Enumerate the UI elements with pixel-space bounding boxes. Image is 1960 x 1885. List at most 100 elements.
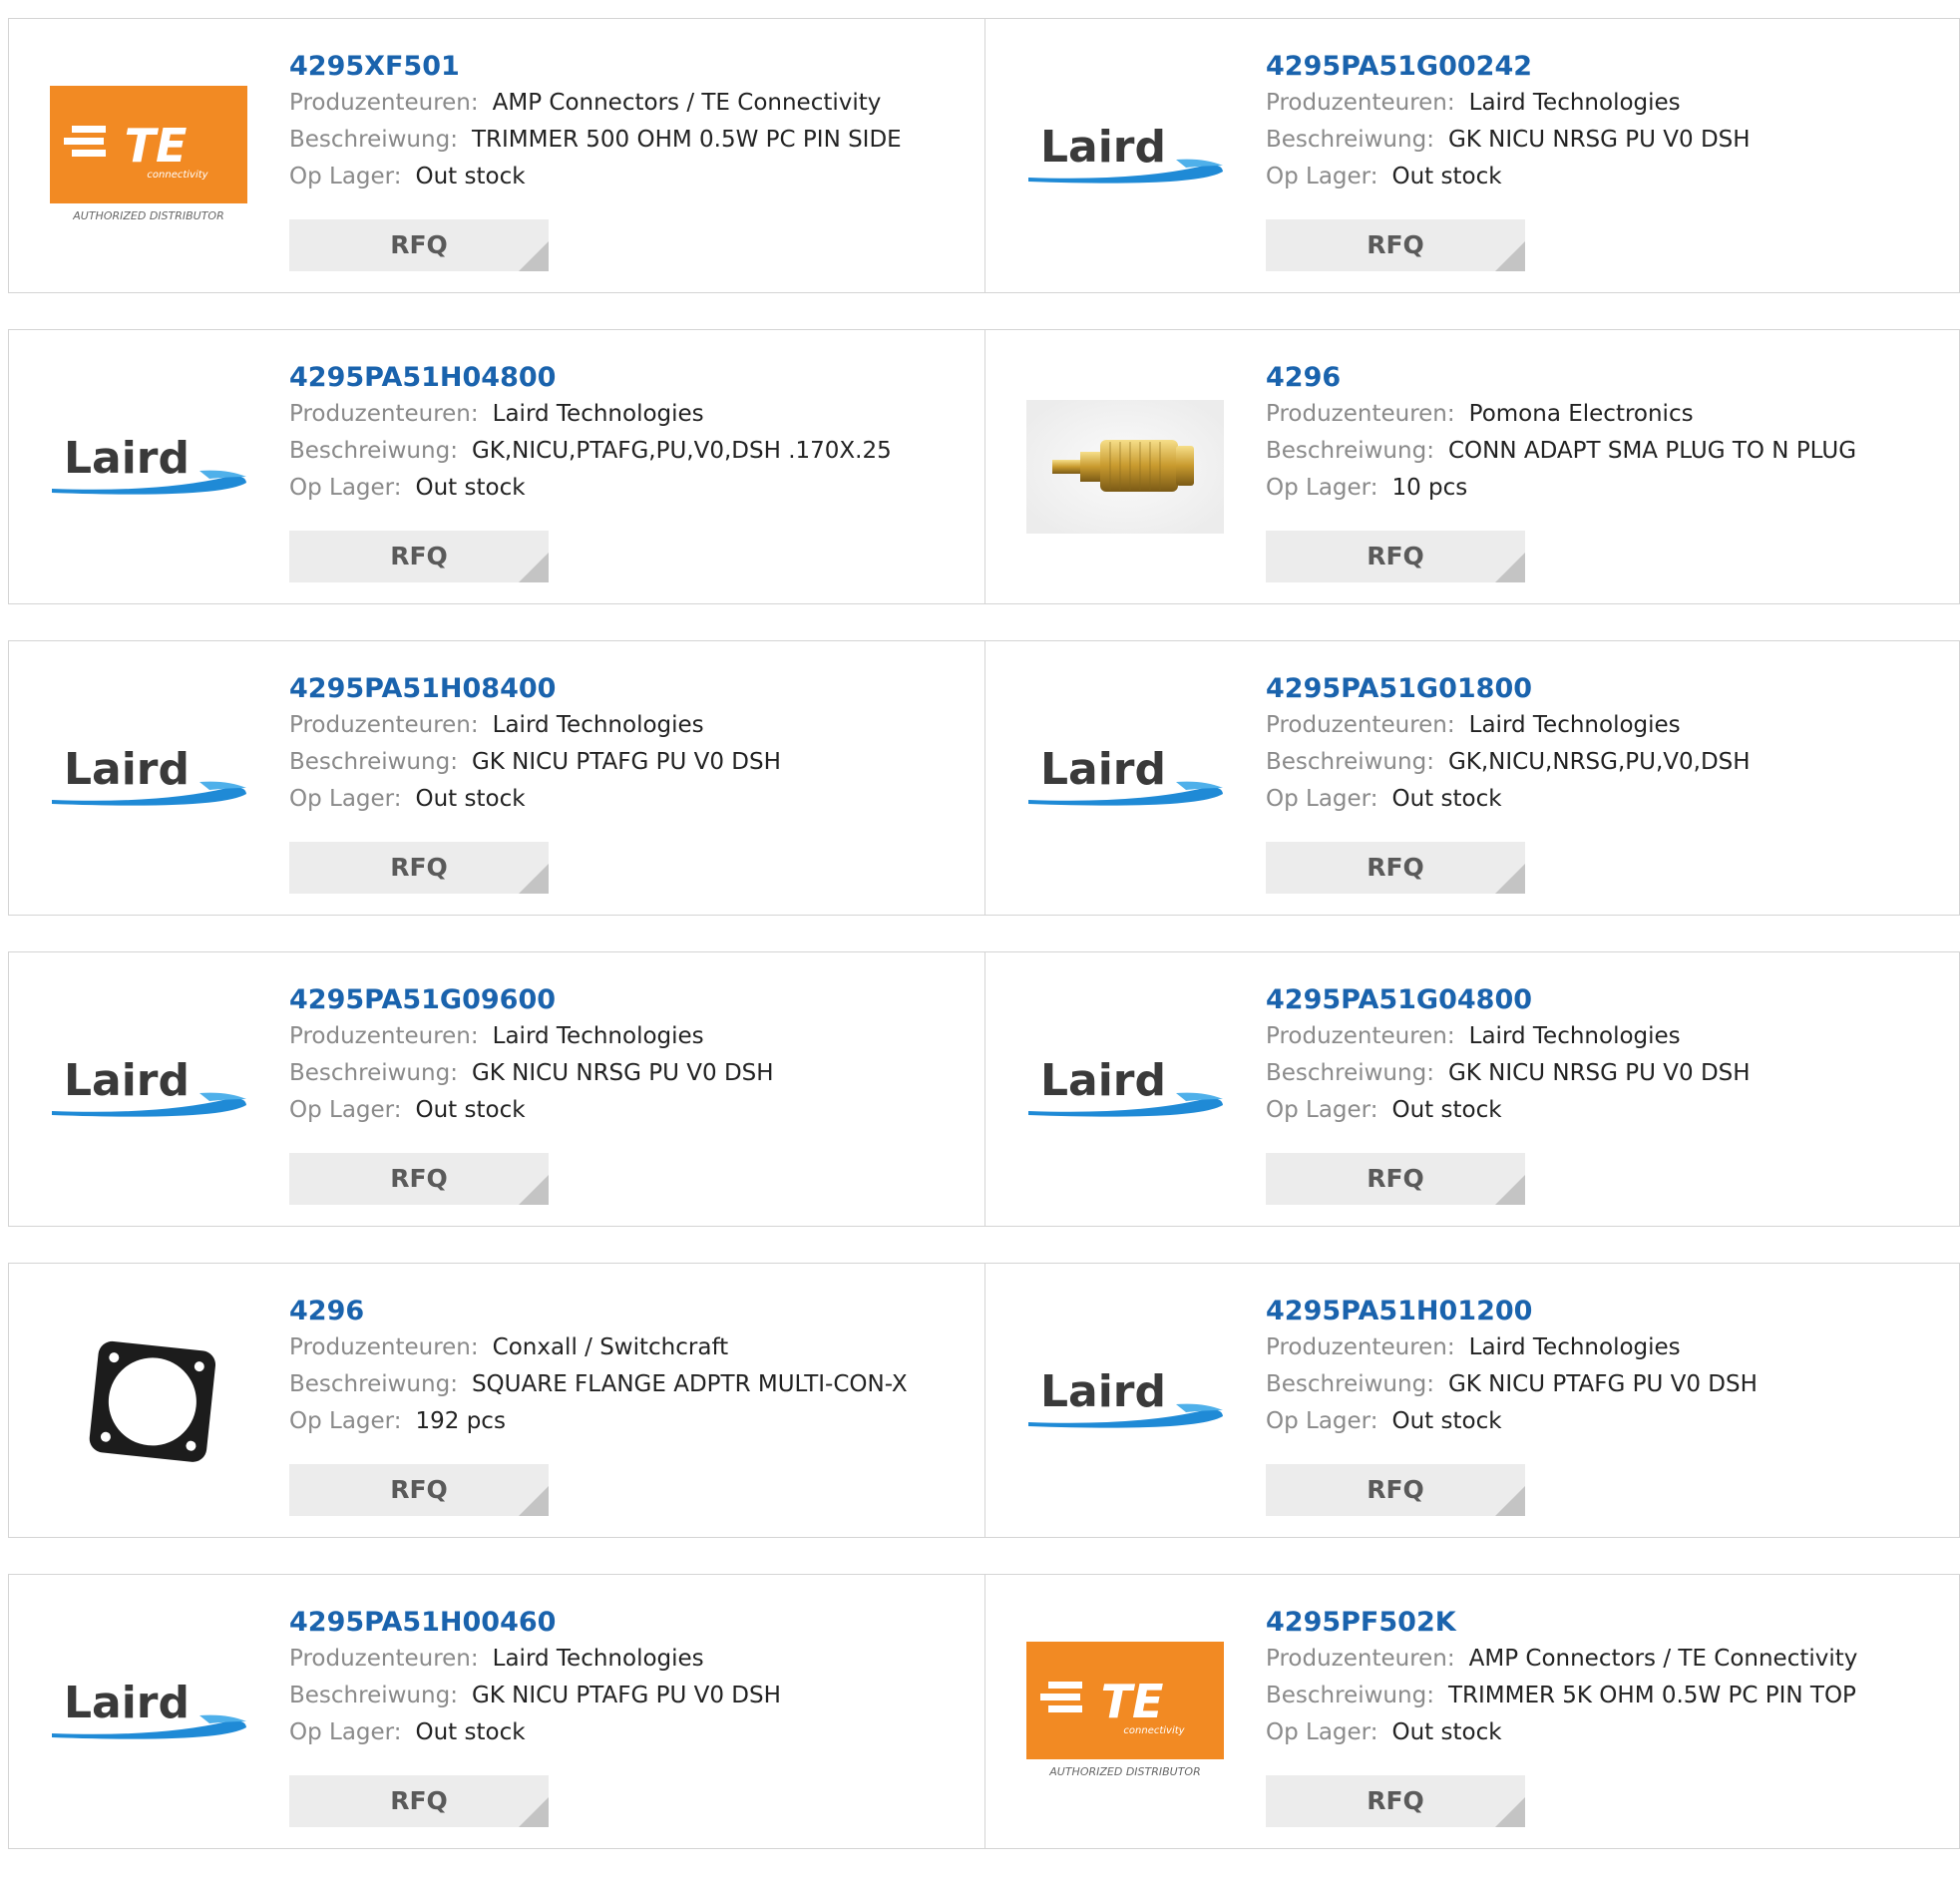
description-label: Beschreiwung: bbox=[289, 749, 458, 775]
manufacturer-logo[interactable]: Laird bbox=[50, 1022, 247, 1156]
description-label: Beschreiwung: bbox=[289, 1060, 458, 1086]
corner-triangle-icon bbox=[519, 241, 549, 271]
stock-label: Op Lager: bbox=[289, 1408, 402, 1434]
stock-value: Out stock bbox=[415, 1719, 526, 1745]
te-connectivity-logo-icon: TE connectivity AUTHORIZED DISTRIBUTOR bbox=[1026, 1642, 1224, 1778]
laird-logo-icon: Laird bbox=[1028, 1366, 1223, 1428]
rfq-button[interactable]: RFQ bbox=[289, 1464, 549, 1516]
stock-line: Op Lager: Out stock bbox=[1266, 1092, 1951, 1129]
stock-value: Out stock bbox=[1391, 1097, 1502, 1123]
square-flange-icon bbox=[89, 1340, 216, 1462]
description-value: GK NICU PTAFG PU V0 DSH bbox=[1447, 1371, 1758, 1397]
te-connectivity-logo-icon: TE connectivity AUTHORIZED DISTRIBUTOR bbox=[50, 86, 247, 222]
laird-logo-icon: Laird bbox=[52, 433, 246, 495]
manufacturer-logo[interactable]: Laird bbox=[1026, 1022, 1224, 1156]
rfq-button[interactable]: RFQ bbox=[1266, 1464, 1525, 1516]
description-line: Beschreiwung: GK,NICU,PTAFG,PU,V0,DSH .17… bbox=[289, 433, 975, 470]
part-number-link[interactable]: 4295PA51G01800 bbox=[1266, 671, 1951, 707]
corner-triangle-icon bbox=[519, 1797, 549, 1827]
stock-label: Op Lager: bbox=[1266, 164, 1378, 189]
stock-value: Out stock bbox=[415, 1097, 526, 1123]
product-info: 4295PA51G09600 Produzenteuren: Laird Techn… bbox=[289, 982, 975, 1129]
laird-logo-icon: Laird bbox=[1028, 744, 1223, 806]
product-row: Laird 4295PA51G09600 Produzenteuren: Laird… bbox=[8, 951, 1960, 1227]
part-number-link[interactable]: 4295PA51H04800 bbox=[289, 360, 975, 396]
manufacturer-value: Laird Technologies bbox=[1468, 1023, 1681, 1049]
product-info: 4295PA51H04800 Produzenteuren: Laird Techn… bbox=[289, 360, 975, 507]
manufacturer-label: Produzenteuren: bbox=[1266, 1334, 1455, 1360]
manufacturer-logo[interactable]: Laird bbox=[1026, 89, 1224, 222]
manufacturer-logo[interactable]: Laird bbox=[50, 1645, 247, 1778]
description-label: Beschreiwung: bbox=[289, 1371, 458, 1397]
part-number-link[interactable]: 4295PF502K bbox=[1266, 1605, 1951, 1641]
part-number-link[interactable]: 4295XF501 bbox=[289, 49, 975, 85]
stock-line: Op Lager: Out stock bbox=[289, 159, 975, 195]
description-value: TRIMMER 5K OHM 0.5W PC PIN TOP bbox=[1447, 1683, 1856, 1708]
manufacturer-logo[interactable]: TE connectivity AUTHORIZED DISTRIBUTOR bbox=[1026, 1642, 1224, 1778]
manufacturer-logo[interactable]: Laird bbox=[50, 400, 247, 534]
svg-text:Laird: Laird bbox=[64, 1678, 190, 1728]
svg-text:Laird: Laird bbox=[1040, 1366, 1166, 1417]
part-number-link[interactable]: 4295PA51H01200 bbox=[1266, 1294, 1951, 1329]
manufacturer-logo[interactable]: TE connectivity AUTHORIZED DISTRIBUTOR bbox=[50, 86, 247, 222]
description-value: GK NICU NRSG PU V0 DSH bbox=[471, 1060, 774, 1086]
manufacturer-logo[interactable]: Laird bbox=[50, 711, 247, 845]
manufacturer-logo[interactable]: Laird bbox=[1026, 1333, 1224, 1467]
rfq-button-label: RFQ bbox=[390, 230, 448, 259]
part-number-link[interactable]: 4295PA51G04800 bbox=[1266, 982, 1951, 1018]
rfq-button[interactable]: RFQ bbox=[1266, 1775, 1525, 1827]
rfq-button[interactable]: RFQ bbox=[289, 1153, 549, 1205]
manufacturer-value: Laird Technologies bbox=[492, 712, 704, 738]
product-info: 4295XF501 Produzenteuren: AMP Connectors /… bbox=[289, 49, 975, 195]
manufacturer-value: Laird Technologies bbox=[1468, 1334, 1681, 1360]
manufacturer-logo[interactable]: Laird bbox=[1026, 711, 1224, 845]
manufacturer-line: Produzenteuren: AMP Connectors / TE Conne… bbox=[1266, 1641, 1951, 1678]
rfq-button[interactable]: RFQ bbox=[289, 219, 549, 271]
description-line: Beschreiwung: CONN ADAPT SMA PLUG TO N PL… bbox=[1266, 433, 1951, 470]
product-row: TE connectivity AUTHORIZED DISTRIBUTOR 4… bbox=[8, 18, 1960, 293]
product-info: 4295PA51G01800 Produzenteuren: Laird Techn… bbox=[1266, 671, 1951, 818]
product-card: 4296 Produzenteuren: Pomona Electronics Bes… bbox=[984, 330, 1960, 603]
stock-value: Out stock bbox=[415, 164, 526, 189]
manufacturer-line: Produzenteuren: Pomona Electronics bbox=[1266, 396, 1951, 433]
part-number-link[interactable]: 4296 bbox=[1266, 360, 1951, 396]
manufacturer-value: Conxall / Switchcraft bbox=[492, 1334, 729, 1360]
manufacturer-label: Produzenteuren: bbox=[1266, 1023, 1455, 1049]
rfq-button[interactable]: RFQ bbox=[289, 531, 549, 582]
rfq-button[interactable]: RFQ bbox=[1266, 531, 1525, 582]
rfq-button[interactable]: RFQ bbox=[1266, 219, 1525, 271]
manufacturer-value: AMP Connectors / TE Connectivity bbox=[1468, 1646, 1858, 1672]
svg-text:Laird: Laird bbox=[1040, 1055, 1166, 1106]
part-number-link[interactable]: 4295PA51H00460 bbox=[289, 1605, 975, 1641]
rfq-button-label: RFQ bbox=[390, 1475, 448, 1504]
manufacturer-line: Produzenteuren: Laird Technologies bbox=[1266, 707, 1951, 744]
rfq-button-label: RFQ bbox=[1367, 230, 1424, 259]
manufacturer-logo[interactable] bbox=[1026, 400, 1224, 534]
manufacturer-logo[interactable] bbox=[50, 1333, 247, 1467]
rfq-button[interactable]: RFQ bbox=[1266, 842, 1525, 894]
product-card: Laird 4295PA51G00242 Produzenteuren: Laird… bbox=[984, 19, 1960, 292]
part-number-link[interactable]: 4295PA51G00242 bbox=[1266, 49, 1951, 85]
stock-value: Out stock bbox=[1391, 1719, 1502, 1745]
description-label: Beschreiwung: bbox=[289, 438, 458, 464]
product-row: Laird 4295PA51H00460 Produzenteuren: Laird… bbox=[8, 1574, 1960, 1849]
stock-line: Op Lager: Out stock bbox=[1266, 1714, 1951, 1751]
description-label: Beschreiwung: bbox=[1266, 749, 1434, 775]
part-number-link[interactable]: 4295PA51H08400 bbox=[289, 671, 975, 707]
manufacturer-label: Produzenteuren: bbox=[289, 1646, 479, 1672]
stock-line: Op Lager: 192 pcs bbox=[289, 1403, 975, 1440]
rfq-button[interactable]: RFQ bbox=[289, 1775, 549, 1827]
product-card: Laird 4295PA51G01800 Produzenteuren: Laird… bbox=[984, 641, 1960, 915]
part-number-link[interactable]: 4296 bbox=[289, 1294, 975, 1329]
product-info: 4295PA51H08400 Produzenteuren: Laird Techn… bbox=[289, 671, 975, 818]
product-info: 4295PA51H00460 Produzenteuren: Laird Techn… bbox=[289, 1605, 975, 1751]
rfq-button[interactable]: RFQ bbox=[289, 842, 549, 894]
description-line: Beschreiwung: GK NICU NRSG PU V0 DSH bbox=[289, 1055, 975, 1092]
description-line: Beschreiwung: GK NICU PTAFG PU V0 DSH bbox=[1266, 1366, 1951, 1403]
part-number-link[interactable]: 4295PA51G09600 bbox=[289, 982, 975, 1018]
rfq-button-label: RFQ bbox=[390, 1786, 448, 1815]
stock-line: Op Lager: Out stock bbox=[289, 1092, 975, 1129]
rfq-button-label: RFQ bbox=[1367, 1786, 1424, 1815]
rfq-button[interactable]: RFQ bbox=[1266, 1153, 1525, 1205]
manufacturer-value: Laird Technologies bbox=[492, 401, 704, 427]
